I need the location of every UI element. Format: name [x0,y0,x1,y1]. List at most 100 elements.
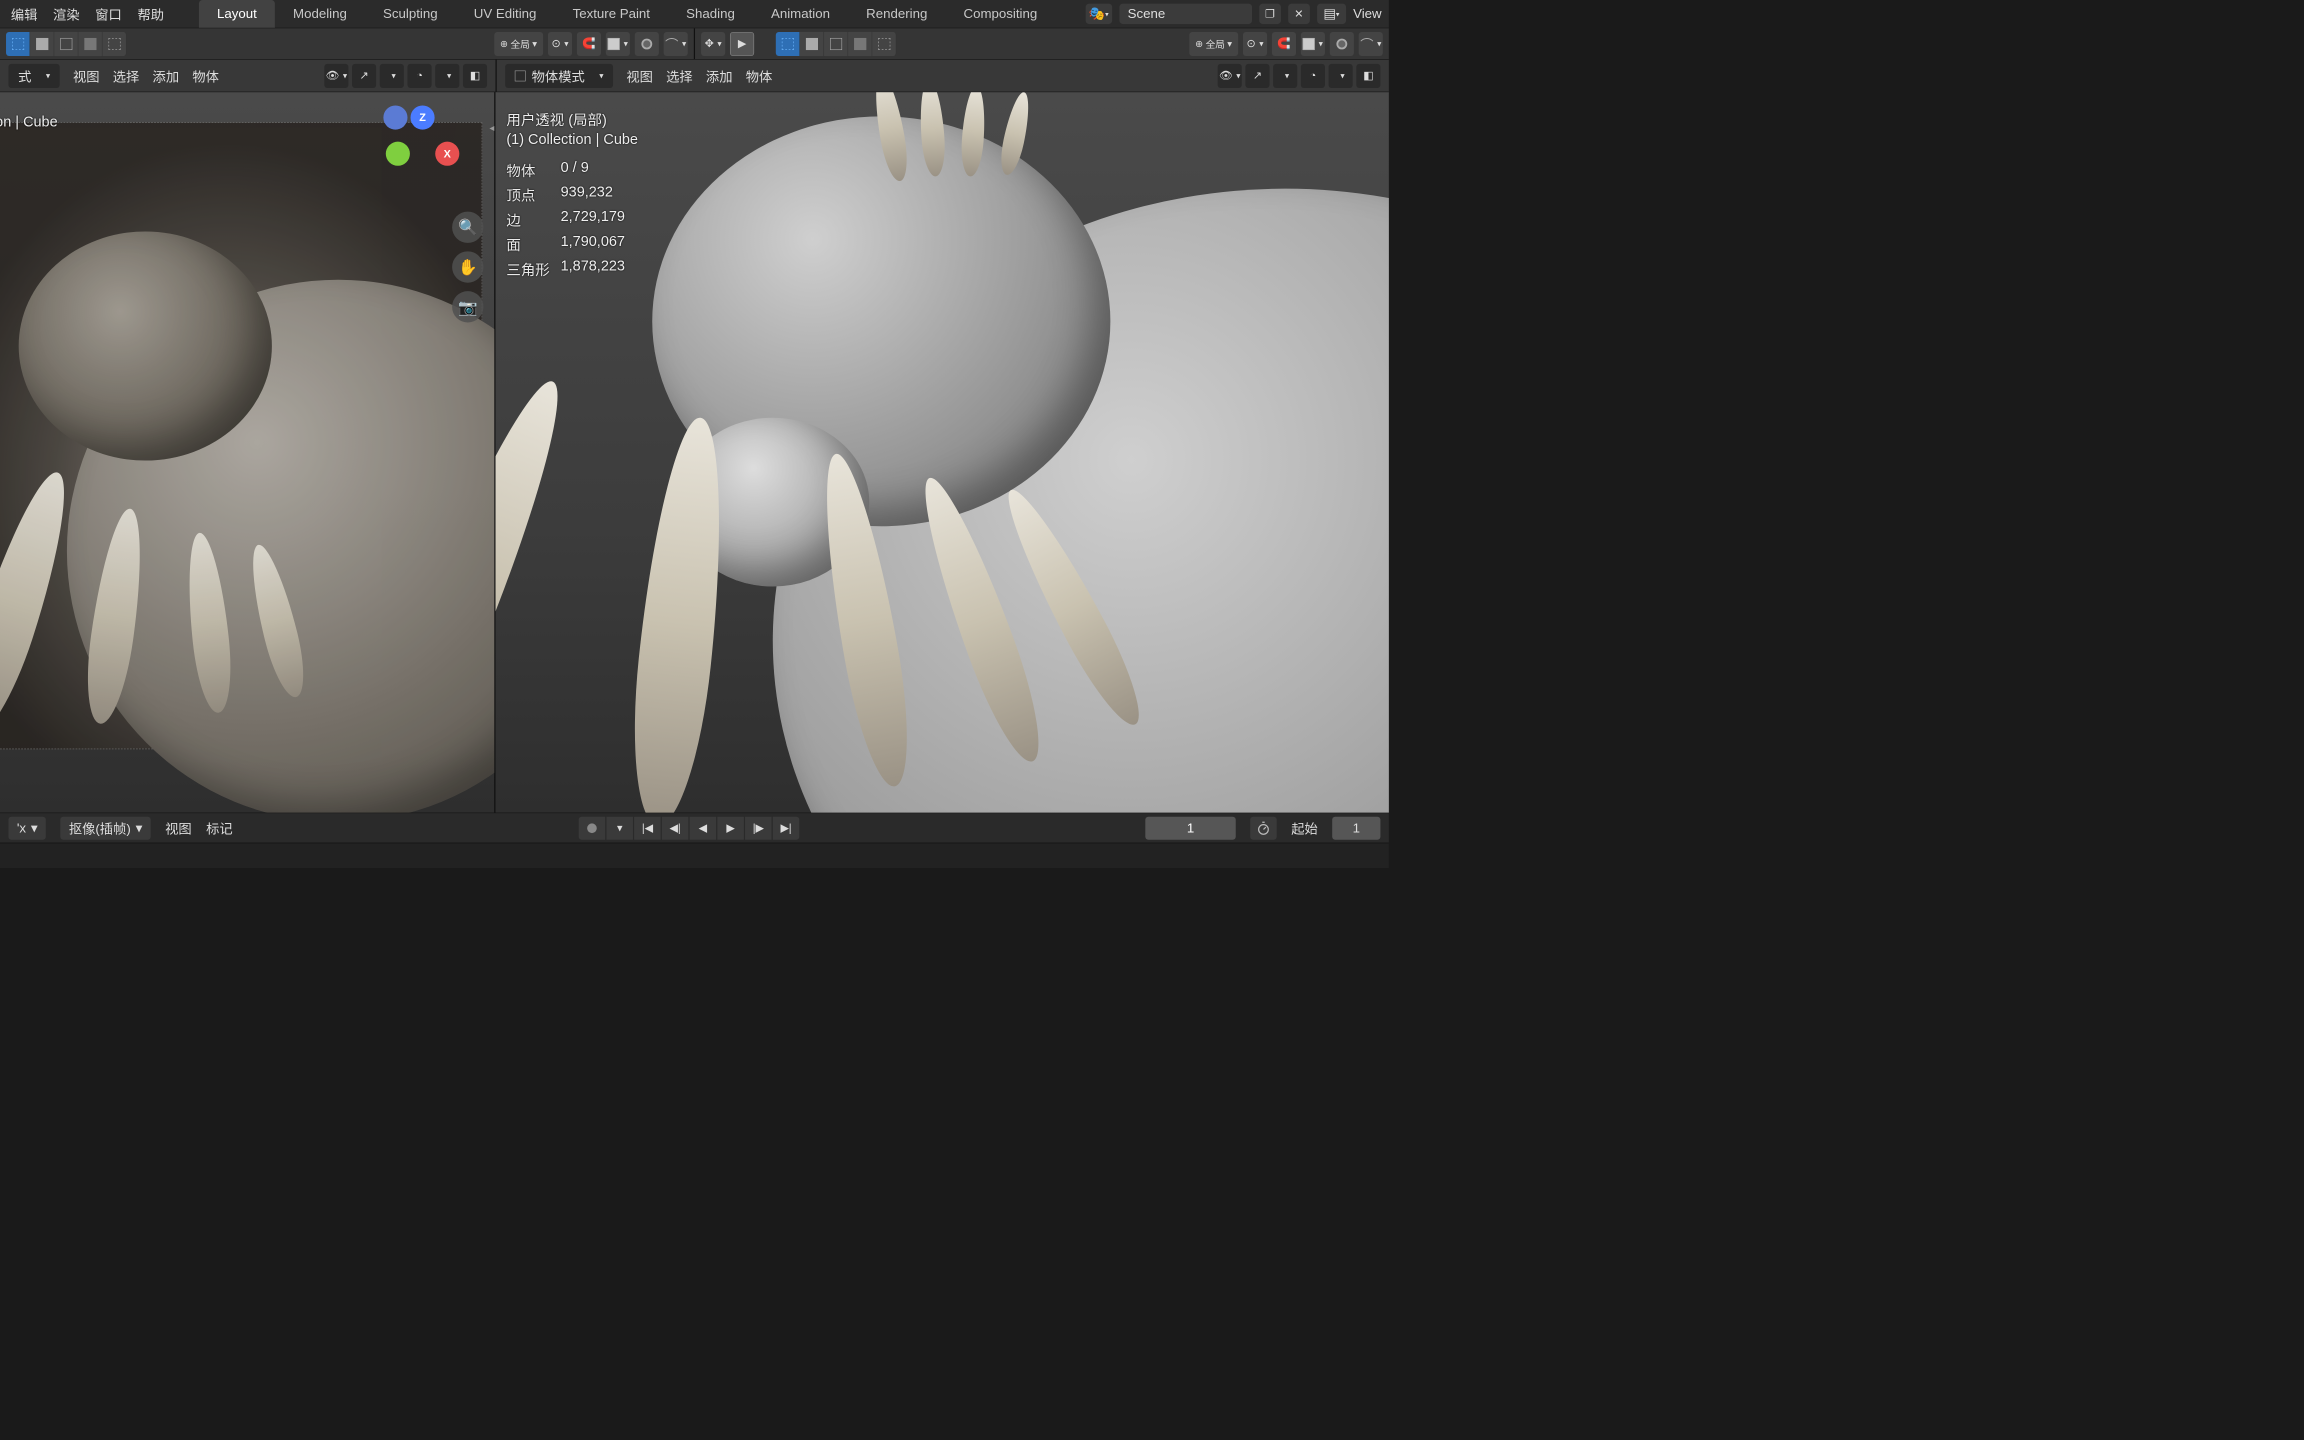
menu-edit[interactable]: 编辑 [11,4,38,23]
proportional-toggle-right[interactable] [1330,32,1354,56]
delete-scene-icon[interactable]: ✕ [1288,4,1310,24]
tab-modeling[interactable]: Modeling [275,0,365,28]
xray-toggle-left[interactable]: ◧ [463,64,487,88]
snap-target-right[interactable]: ▾ [1301,32,1325,56]
proportional-falloff-left[interactable]: ⌒▾ [664,32,688,56]
keyframe-prev-icon[interactable]: ◀| [662,816,689,839]
pan-icon[interactable]: ✋ [452,251,483,282]
right-menu-add[interactable]: 添加 [706,66,733,85]
menu-help[interactable]: 帮助 [137,4,164,23]
keying-dd[interactable]: 抠像(插帧)▾ [60,816,150,839]
left-menu-select[interactable]: 选择 [113,66,140,85]
app-menu: 编辑 渲染 窗口 帮助 [0,4,175,23]
current-frame-field[interactable]: 1 [1145,816,1235,839]
visibility-dd-left[interactable]: 👁▾ [324,64,348,88]
tab-animation[interactable]: Animation [753,0,848,28]
zoom-icon[interactable]: 🔍 [452,212,483,243]
right-header-options: 👁▾ ↗ ▾ ◔ ▾ ◧ [1218,64,1381,88]
view-title: 用户透视 (局部) [506,108,638,129]
autokey-record-icon[interactable] [579,816,606,839]
overlay-dd-left[interactable]: ▾ [435,64,459,88]
right-menu-object[interactable]: 物体 [746,66,773,85]
play-reverse-icon[interactable]: ◀ [690,816,717,839]
collection-path: (1) Collection | Cube [506,131,638,148]
select-invert-icon-r[interactable] [872,32,896,56]
play-icon[interactable]: ▶ [717,816,744,839]
pivot-dropdown-left[interactable]: ⊙▾ [548,32,572,56]
tab-compositing[interactable]: Compositing [945,0,1055,28]
gizmo-neg-z[interactable] [383,105,407,129]
overlay-dd-right[interactable]: ▾ [1329,64,1353,88]
tab-sculpting[interactable]: Sculpting [365,0,456,28]
right-mode-dropdown[interactable]: 物体模式▾ [505,64,613,88]
pivot-dropdown-right[interactable]: ⊙▾ [1243,32,1267,56]
tab-shading[interactable]: Shading [668,0,753,28]
gizmo-z-axis[interactable]: Z [411,105,435,129]
snap-toggle-right[interactable]: 🧲 [1272,32,1296,56]
left-menu-add[interactable]: 添加 [153,66,180,85]
select-new-icon-r[interactable] [776,32,800,56]
menu-window[interactable]: 窗口 [95,4,122,23]
tab-rendering[interactable]: Rendering [848,0,945,28]
orientation-dropdown-right[interactable]: ⊕ 全局▾ [1189,32,1238,56]
viewlayer-icon[interactable]: ▤▾ [1317,4,1346,24]
orientation-dropdown-left[interactable]: ⊕ 全局▾ [494,32,543,56]
autokey-dd[interactable]: ▾ [606,816,633,839]
keyframe-next-icon[interactable]: |▶ [745,816,772,839]
scene-icon[interactable]: 🎭▾ [1085,4,1112,24]
overlay-toggle-left[interactable]: ◔ [407,64,431,88]
tab-texture-paint[interactable]: Texture Paint [555,0,669,28]
timeline-menu-marker[interactable]: 标记 [206,818,233,837]
new-scene-icon[interactable]: ❐ [1259,4,1281,24]
select-extend-icon[interactable] [30,32,54,56]
select-extend-icon-r[interactable] [800,32,824,56]
viewport-headers: 式▾ 视图 选择 添加 物体 👁▾ ↗ ▾ ◔ ▾ ◧ 物体模式▾ 视图 选择 … [0,60,1389,93]
left-header-options: 👁▾ ↗ ▾ ◔ ▾ ◧ [324,64,487,88]
tab-layout[interactable]: Layout [199,0,275,28]
nav-gizmo[interactable]: Z X [383,105,461,183]
gizmo-y-axis[interactable] [386,142,410,166]
jump-end-icon[interactable]: ▶| [773,816,800,839]
snap-target-left[interactable]: ▾ [606,32,630,56]
timeline-menu-view[interactable]: 视图 [165,818,192,837]
tab-uv-editing[interactable]: UV Editing [456,0,555,28]
gizmo-dd-left[interactable]: ▾ [380,64,404,88]
select-new-icon[interactable] [6,32,30,56]
select-intersect-icon-r[interactable] [848,32,872,56]
proportional-toggle-left[interactable] [635,32,659,56]
left-menu-object[interactable]: 物体 [192,66,219,85]
select-subtract-icon-r[interactable] [824,32,848,56]
proportional-falloff-right[interactable]: ⌒▾ [1359,32,1383,56]
xray-toggle-right[interactable]: ◧ [1356,64,1380,88]
select-tool-right[interactable]: ▶ [730,32,754,56]
viewlayer-name[interactable]: View [1353,6,1382,22]
stopwatch-icon[interactable] [1250,816,1277,839]
select-invert-icon[interactable] [102,32,126,56]
select-intersect-icon[interactable] [78,32,102,56]
left-viewport-header: 式▾ 视图 选择 添加 物体 👁▾ ↗ ▾ ◔ ▾ ◧ [0,60,496,92]
left-menu-view[interactable]: 视图 [73,66,100,85]
right-viewport[interactable]: 用户透视 (局部) (1) Collection | Cube 物体0 / 9 … [496,92,1389,812]
camera-icon[interactable]: 📷 [452,291,483,322]
snap-toggle-left[interactable]: 🧲 [577,32,601,56]
gizmo-x-axis[interactable]: X [435,142,459,166]
start-label: 起始 [1291,818,1318,837]
visibility-dd-right[interactable]: 👁▾ [1218,64,1242,88]
overlay-toggle-right[interactable]: ◔ [1301,64,1325,88]
right-menu-select[interactable]: 选择 [666,66,693,85]
gizmo-toggle-right[interactable]: ↗ [1245,64,1269,88]
left-mode-dropdown[interactable]: 式▾ [8,64,59,88]
timeline-ruler[interactable] [0,843,1389,868]
right-menu-view[interactable]: 视图 [626,66,653,85]
select-subtract-icon[interactable] [54,32,78,56]
start-frame-field[interactable]: 1 [1332,816,1380,839]
menu-render[interactable]: 渲染 [53,4,80,23]
gizmo-dd-right[interactable]: ▾ [1273,64,1297,88]
jump-start-icon[interactable]: |◀ [634,816,661,839]
scene-name-input[interactable]: Scene [1119,4,1252,24]
object-mode-icon [515,70,526,81]
left-viewport[interactable]: on | Cube Z X 🔍 ✋ 📷 ◂▸ [0,92,496,812]
gizmo-toggle-left[interactable]: ↗ [352,64,376,88]
timeline-editor-dd[interactable]: 'x▾ [8,816,46,839]
drag-action-right[interactable]: ✥▾ [701,32,725,56]
